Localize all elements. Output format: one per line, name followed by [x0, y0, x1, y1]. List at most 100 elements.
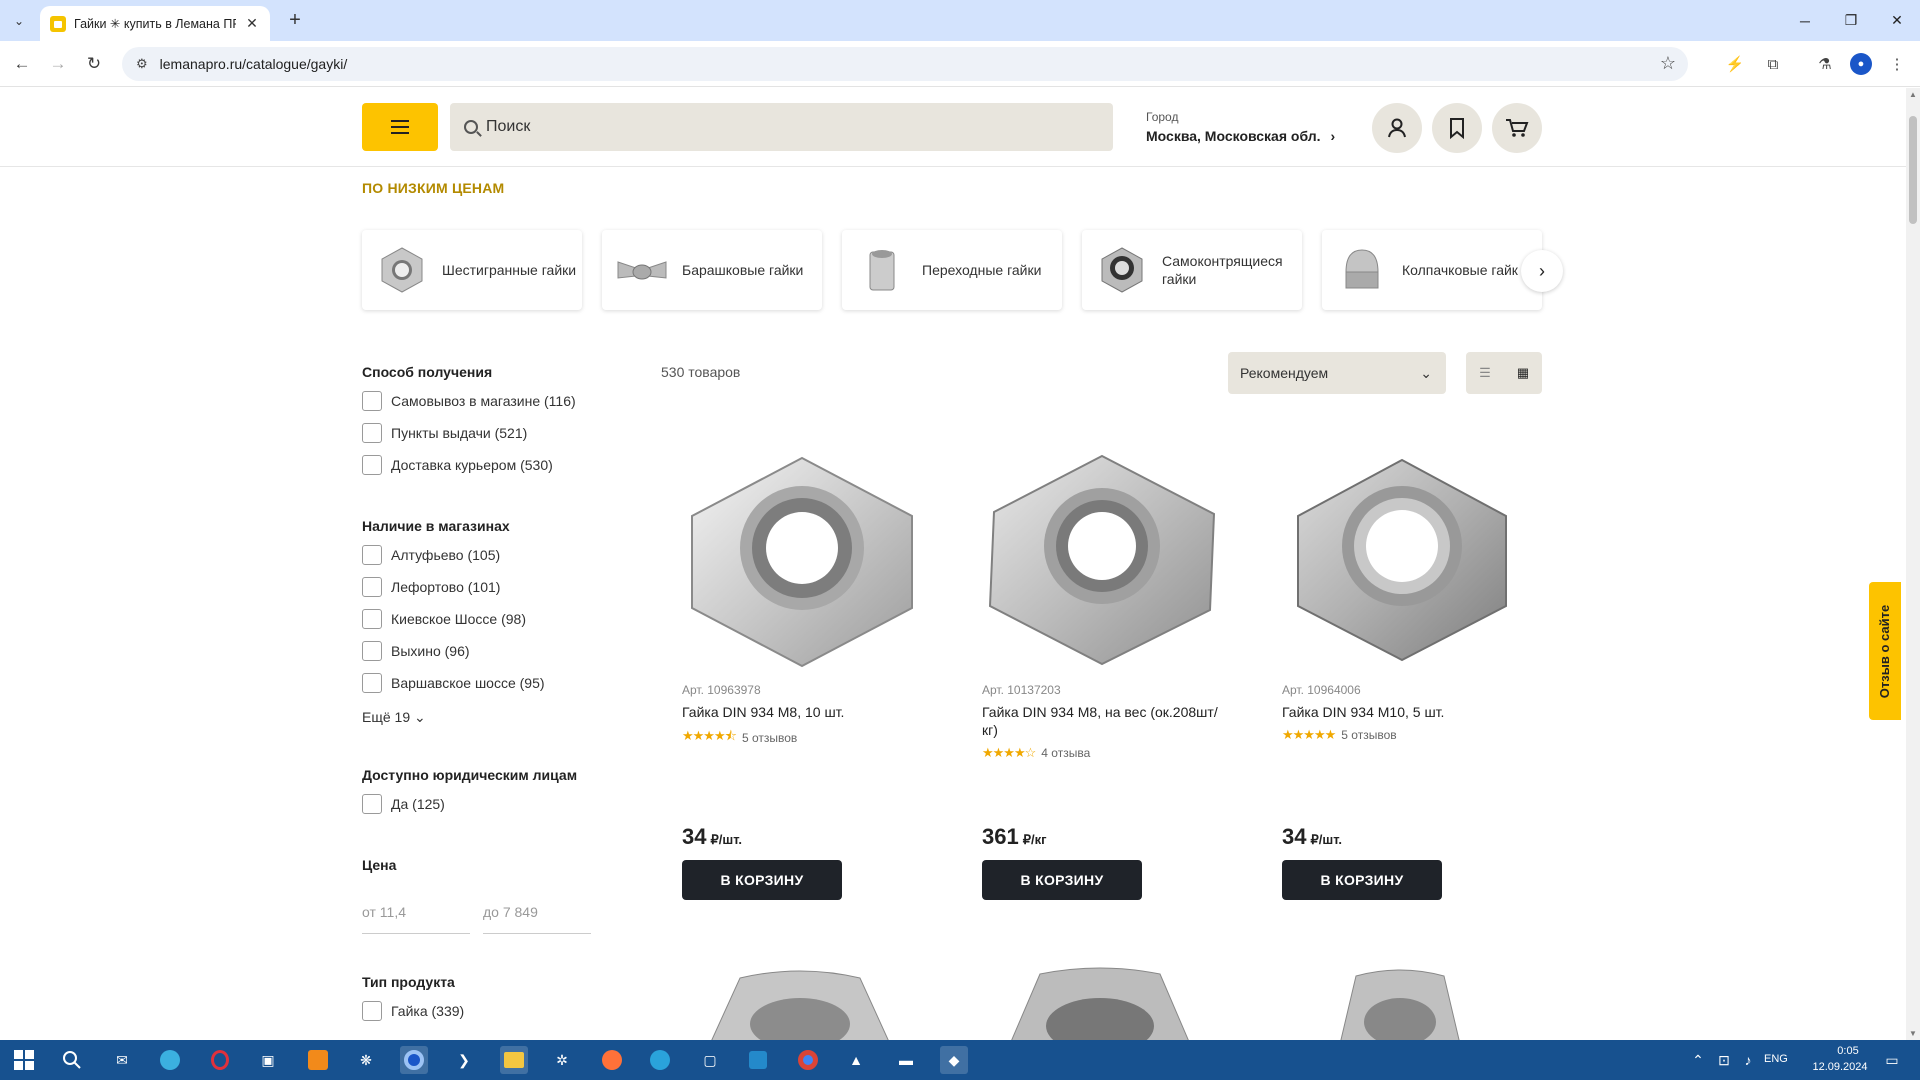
price-from-input[interactable]: от 11,4	[362, 894, 470, 934]
forward-arrow-icon[interactable]: →	[45, 51, 71, 77]
restore-button[interactable]: ❐	[1828, 0, 1874, 41]
filter-checkbox-row[interactable]: Самовывоз в магазине (116)	[362, 391, 576, 411]
feedback-tab[interactable]: Отзыв о сайте	[1869, 582, 1901, 720]
category-card-coupling[interactable]: Переходные гайки	[842, 230, 1062, 310]
search-icon[interactable]	[58, 1046, 86, 1074]
cmd-icon[interactable]: ▬	[892, 1046, 920, 1074]
favorites-button[interactable]	[1432, 103, 1482, 153]
new-tab-button[interactable]: +	[282, 8, 308, 34]
category-card-lock[interactable]: Самоконтрящиеся гайки	[1082, 230, 1302, 310]
city-selector[interactable]: Город Москва, Московская обл. ›	[1146, 110, 1335, 144]
minimize-button[interactable]: ─	[1782, 0, 1828, 41]
filter-checkbox-row[interactable]: Лефортово (101)	[362, 577, 500, 597]
checkbox[interactable]	[362, 673, 382, 693]
checkbox[interactable]	[362, 423, 382, 443]
checkbox[interactable]	[362, 794, 382, 814]
filter-checkbox-row[interactable]: Гайка (339)	[362, 1001, 464, 1021]
close-window-button[interactable]: ✕	[1874, 0, 1920, 41]
add-to-cart-button[interactable]: В КОРЗИНУ	[982, 860, 1142, 900]
filter-checkbox-row[interactable]: Пункты выдачи (521)	[362, 423, 527, 443]
product-name[interactable]: Гайка DIN 934 M10, 5 шт.	[1282, 703, 1522, 721]
filter-checkbox-row[interactable]: Киевское Шоссе (98)	[362, 609, 526, 629]
performance-icon[interactable]: ⚡	[1724, 53, 1746, 75]
page-scrollbar[interactable]: ▲ ▼	[1906, 88, 1920, 1040]
app-icon[interactable]: ❋	[352, 1046, 380, 1074]
review-count[interactable]: 5 отзывов	[742, 731, 797, 745]
checkbox[interactable]	[362, 1001, 382, 1021]
chrome-active-icon[interactable]	[400, 1046, 428, 1074]
file-explorer-icon[interactable]	[500, 1046, 528, 1074]
drive-icon[interactable]: ▲	[842, 1046, 870, 1074]
opera-icon[interactable]	[206, 1046, 234, 1074]
filter-checkbox-row[interactable]: Выхино (96)	[362, 641, 470, 661]
cart-button[interactable]	[1492, 103, 1542, 153]
telegram-icon[interactable]	[646, 1046, 674, 1074]
scroll-thumb[interactable]	[1909, 116, 1917, 224]
bookmark-star-icon[interactable]: ☆	[1660, 53, 1676, 74]
extensions-icon[interactable]: ⧉	[1762, 53, 1784, 75]
filter-checkbox-row[interactable]: Доставка курьером (530)	[362, 455, 553, 475]
filter-checkbox-row[interactable]: Да (125)	[362, 794, 445, 814]
profile-button[interactable]	[1372, 103, 1422, 153]
clock-time[interactable]: 0:05	[1818, 1045, 1878, 1057]
firefox-icon[interactable]	[598, 1046, 626, 1074]
mail-icon[interactable]: ✉	[108, 1046, 136, 1074]
product-card[interactable]: Арт. 10963978 Гайка DIN 934 M8, 10 шт. ★…	[682, 438, 922, 900]
scroll-up-icon[interactable]: ▲	[1908, 90, 1918, 99]
add-to-cart-button[interactable]: В КОРЗИНУ	[682, 860, 842, 900]
checkbox[interactable]	[362, 545, 382, 565]
checkbox[interactable]	[362, 641, 382, 661]
profile-avatar-icon[interactable]: ●	[1850, 53, 1872, 75]
review-count[interactable]: 4 отзыва	[1041, 746, 1090, 760]
reload-icon[interactable]: ↻	[81, 51, 107, 77]
product-card[interactable]: Арт. 10964006 Гайка DIN 934 M10, 5 шт. ★…	[1282, 438, 1522, 900]
price-to-input[interactable]: до 7 849	[483, 894, 591, 934]
app-icon[interactable]: ✲	[548, 1046, 576, 1074]
show-more-stores-link[interactable]: Ещё 19 ⌄	[362, 709, 426, 726]
checkbox[interactable]	[362, 577, 382, 597]
category-card-wing[interactable]: Барашковые гайки	[602, 230, 822, 310]
tab-close-icon[interactable]: ✕	[244, 15, 260, 32]
filter-checkbox-row[interactable]: Варшавское шоссе (95)	[362, 673, 545, 693]
product-name[interactable]: Гайка DIN 934 M8, на вес (ок.208шт/кг)	[982, 703, 1222, 739]
back-arrow-icon[interactable]: ←	[9, 51, 35, 77]
app-active-icon[interactable]: ◆	[940, 1046, 968, 1074]
list-view-icon[interactable]: ☰	[1472, 360, 1498, 386]
scroll-down-icon[interactable]: ▼	[1908, 1029, 1918, 1038]
carousel-next-button[interactable]: ›	[1521, 250, 1563, 292]
browser-tab[interactable]: Гайки ✳ купить в Лемана ПРО ✕	[40, 6, 270, 41]
powershell-icon[interactable]: ❯	[450, 1046, 478, 1074]
windows-start-icon[interactable]	[10, 1046, 38, 1074]
clock-date[interactable]: 12.09.2024	[1800, 1061, 1880, 1073]
edge-icon[interactable]	[156, 1046, 184, 1074]
filter-checkbox-row[interactable]: Алтуфьево (105)	[362, 545, 500, 565]
vscode-icon[interactable]	[744, 1046, 772, 1074]
notifications-icon[interactable]: ▭	[1878, 1046, 1906, 1074]
input-language[interactable]: ENG	[1764, 1053, 1788, 1065]
product-card[interactable]: Арт. 10137203 Гайка DIN 934 M8, на вес (…	[982, 438, 1222, 900]
checkbox[interactable]	[362, 609, 382, 629]
tab-search-chevron-icon[interactable]: ⌄	[8, 10, 30, 32]
checkbox[interactable]	[362, 455, 382, 475]
product-name[interactable]: Гайка DIN 934 M8, 10 шт.	[682, 703, 922, 721]
sort-select[interactable]: Рекомендуем ⌄	[1228, 352, 1446, 394]
catalog-menu-button[interactable]	[362, 103, 438, 151]
chrome-icon[interactable]	[794, 1046, 822, 1074]
search-input[interactable]: Поиск	[450, 103, 1113, 151]
volume-icon[interactable]: ♪	[1734, 1046, 1762, 1074]
url-text[interactable]: lemanapro.ru/catalogue/gayki/	[160, 56, 348, 72]
sublime-icon[interactable]	[304, 1046, 332, 1074]
checkbox[interactable]	[362, 391, 382, 411]
address-bar[interactable]: ⚙ lemanapro.ru/catalogue/gayki/ ☆	[122, 47, 1688, 81]
grid-view-icon[interactable]: ▦	[1510, 360, 1536, 386]
category-card-cap[interactable]: Колпачковые гайк	[1322, 230, 1542, 310]
site-info-icon[interactable]: ⚙	[136, 56, 148, 72]
terminal-icon[interactable]: ▢	[696, 1046, 724, 1074]
labs-flask-icon[interactable]: ⚗	[1814, 53, 1836, 75]
review-count[interactable]: 5 отзывов	[1341, 728, 1396, 742]
tray-chevron-icon[interactable]: ⌃	[1684, 1046, 1712, 1074]
browser-menu-icon[interactable]: ⋮	[1886, 53, 1908, 75]
add-to-cart-button[interactable]: В КОРЗИНУ	[1282, 860, 1442, 900]
category-card-hex[interactable]: Шестигранные гайки	[362, 230, 582, 310]
store-icon[interactable]: ▣	[254, 1046, 282, 1074]
